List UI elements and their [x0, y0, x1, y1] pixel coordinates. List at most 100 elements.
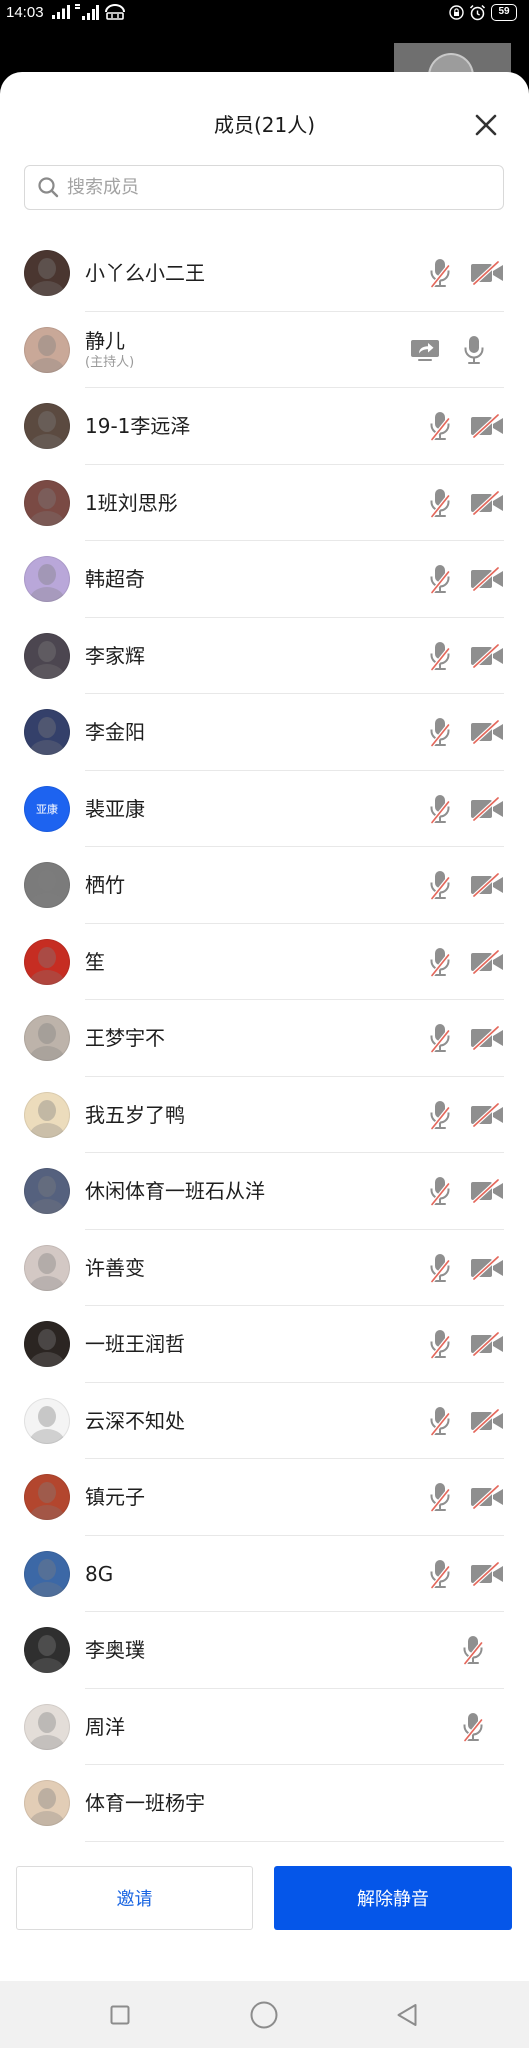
mic-muted-icon[interactable]	[462, 1712, 484, 1742]
member-info: 1班刘思彤	[85, 490, 178, 516]
mic-muted-icon[interactable]	[429, 564, 451, 595]
mic-muted-icon[interactable]	[429, 1023, 451, 1054]
video-off-icon[interactable]	[470, 643, 504, 668]
video-off-icon[interactable]	[470, 1485, 504, 1510]
mic-muted-icon[interactable]	[429, 794, 451, 824]
member-row[interactable]: 1班刘思彤	[0, 465, 529, 541]
member-row[interactable]: 镇元子	[0, 1459, 529, 1536]
member-name: 李家辉	[85, 643, 145, 668]
video-off-icon[interactable]	[470, 873, 504, 898]
member-info: 云深不知处	[85, 1408, 185, 1434]
member-row[interactable]: 19-1李远泽	[0, 388, 529, 465]
avatar	[24, 479, 70, 526]
mic-muted-icon[interactable]	[462, 1635, 484, 1666]
mic-muted-icon[interactable]	[429, 1176, 451, 1207]
video-off-icon[interactable]	[470, 1102, 504, 1127]
mic-icon[interactable]	[463, 335, 485, 365]
avatar	[24, 938, 70, 985]
hd-icon	[105, 4, 125, 20]
mic-muted-icon[interactable]	[429, 717, 451, 748]
member-name: 静儿	[85, 328, 125, 353]
video-off-icon[interactable]	[470, 414, 504, 439]
member-row[interactable]: 我五岁了鸭	[0, 1077, 529, 1153]
member-row[interactable]: 周洋	[0, 1689, 529, 1765]
member-info: 8G	[85, 1561, 113, 1587]
member-name: 李金阳	[85, 720, 145, 745]
avatar	[24, 1474, 70, 1520]
search-box[interactable]	[24, 165, 504, 210]
member-row[interactable]: 李金阳	[0, 694, 529, 771]
mic-muted-icon[interactable]	[429, 1559, 451, 1589]
mic-muted-icon[interactable]	[429, 870, 451, 901]
video-off-icon[interactable]	[470, 1332, 504, 1357]
video-off-icon[interactable]	[470, 1408, 504, 1433]
video-off-icon[interactable]	[470, 796, 504, 821]
member-list: 小丫么小二王 静儿 (主持人) 19-1李远泽 1班刘思彤 韩超奇 李家辉 李金…	[0, 235, 529, 1842]
mic-muted-icon[interactable]	[429, 947, 451, 977]
mic-muted-icon[interactable]	[429, 1253, 451, 1283]
share-screen-icon[interactable]	[410, 338, 440, 362]
member-row[interactable]: 一班王润哲	[0, 1306, 529, 1383]
member-info: 小丫么小二王	[85, 260, 205, 286]
invite-button[interactable]: 邀请	[16, 1866, 253, 1930]
member-name: 我五岁了鸭	[85, 1102, 185, 1127]
member-row[interactable]: 亚康 裴亚康	[0, 771, 529, 847]
back-icon	[397, 2004, 417, 2026]
member-name: 19-1李远泽	[85, 414, 191, 439]
member-row[interactable]: 静儿 (主持人)	[0, 312, 529, 388]
video-off-icon[interactable]	[470, 720, 504, 745]
recent-apps-button[interactable]	[110, 2005, 130, 2025]
video-off-icon[interactable]	[470, 1026, 504, 1051]
home-button[interactable]	[250, 2001, 278, 2029]
mic-muted-icon[interactable]	[429, 411, 451, 442]
video-off-icon[interactable]	[470, 567, 504, 592]
member-row[interactable]: 许善变	[0, 1230, 529, 1306]
mic-muted-icon[interactable]	[429, 1329, 451, 1360]
avatar	[24, 326, 70, 373]
unmute-all-button[interactable]: 解除静音	[274, 1866, 512, 1930]
member-name: 周洋	[85, 1714, 125, 1739]
mic-muted-icon[interactable]	[429, 641, 451, 671]
member-name: 云深不知处	[85, 1408, 185, 1433]
member-row[interactable]: 小丫么小二王	[0, 235, 529, 312]
member-row[interactable]: 8G	[0, 1536, 529, 1612]
mic-muted-icon[interactable]	[429, 488, 451, 518]
mic-muted-icon[interactable]	[429, 1100, 451, 1130]
video-off-icon[interactable]	[470, 490, 504, 515]
member-name: 一班王润哲	[85, 1332, 185, 1357]
member-info: 韩超奇	[85, 566, 145, 592]
avatar	[24, 1703, 70, 1750]
video-off-icon[interactable]	[470, 949, 504, 974]
avatar	[24, 1321, 70, 1367]
avatar	[24, 1780, 70, 1826]
member-name: 韩超奇	[85, 567, 145, 592]
member-row[interactable]: 王梦宇不	[0, 1000, 529, 1077]
member-name: 栖竹	[85, 873, 125, 898]
member-info: 我五岁了鸭	[85, 1102, 185, 1128]
signal-icon	[52, 5, 70, 19]
close-button[interactable]	[473, 112, 499, 138]
member-row[interactable]: 云深不知处	[0, 1383, 529, 1459]
member-row[interactable]: 栖竹	[0, 847, 529, 924]
avatar	[24, 632, 70, 679]
privacy-icon	[449, 5, 464, 20]
member-row[interactable]: 笙	[0, 924, 529, 1000]
back-button[interactable]	[396, 2003, 418, 2027]
member-row[interactable]: 体育一班杨宇	[0, 1765, 529, 1842]
member-row[interactable]: 韩超奇	[0, 541, 529, 618]
avatar	[24, 556, 70, 602]
video-off-icon[interactable]	[470, 1255, 504, 1280]
member-info: 周洋	[85, 1714, 125, 1740]
member-row[interactable]: 李奥璞	[0, 1612, 529, 1689]
video-off-icon[interactable]	[470, 1179, 504, 1204]
member-name: 镇元子	[85, 1485, 145, 1510]
search-input[interactable]	[67, 166, 487, 208]
avatar	[24, 1091, 70, 1138]
mic-muted-icon[interactable]	[429, 1406, 451, 1436]
mic-muted-icon[interactable]	[429, 258, 451, 289]
video-off-icon[interactable]	[470, 261, 504, 286]
member-row[interactable]: 李家辉	[0, 618, 529, 694]
video-off-icon[interactable]	[470, 1561, 504, 1586]
member-row[interactable]: 休闲体育一班石从洋	[0, 1153, 529, 1230]
mic-muted-icon[interactable]	[429, 1482, 451, 1513]
